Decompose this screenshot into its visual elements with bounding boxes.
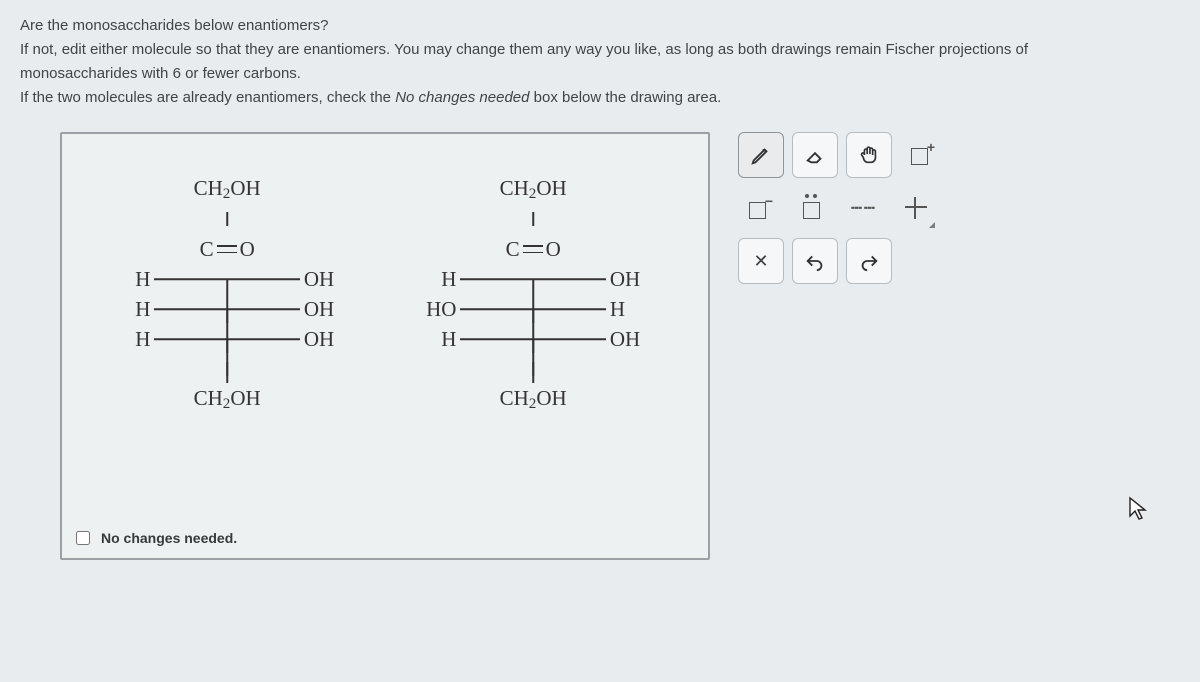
bond-tool[interactable]: ┄┄ <box>842 186 886 230</box>
mol-left-s3-r: OH <box>300 327 362 352</box>
eraser-tool[interactable] <box>792 132 838 178</box>
mol-right-s3-l: H <box>408 327 460 352</box>
redo-tool[interactable] <box>846 238 892 284</box>
toolbox: + − <box>738 132 944 284</box>
question-line-3: If the two molecules are already enantio… <box>20 86 1180 110</box>
hand-tool[interactable] <box>846 132 892 178</box>
undo-tool[interactable] <box>792 238 838 284</box>
question-line-3a: If the two molecules are already enantio… <box>20 89 395 106</box>
mol-right-s2-r: H <box>606 297 668 322</box>
redo-icon <box>858 250 880 272</box>
lone-pair-icon <box>801 197 823 219</box>
mol-right-top: CH2OH <box>460 176 605 203</box>
mol-left-s3-l: H <box>102 327 154 352</box>
mol-right-s1-l: H <box>408 267 460 292</box>
question-line-1: Are the monosaccharides below enantiomer… <box>20 14 1180 38</box>
mouse-cursor-icon <box>1128 496 1150 522</box>
mol-left-s2-l: H <box>102 297 154 322</box>
mol-right-s1-r: OH <box>606 267 668 292</box>
x-icon: ✕ <box>753 251 768 272</box>
negative-charge-tool[interactable]: − <box>738 186 782 230</box>
problem-area: CH2OH CO HOH HOH HOH CH2OH CH2OH CO HOH … <box>20 132 1180 560</box>
mol-left-bottom: CH2OH <box>154 386 299 413</box>
molecule-right[interactable]: CH2OH CO HOH HOH HOH CH2OH <box>408 174 668 414</box>
mol-left-s2-r: OH <box>300 297 362 322</box>
stereo-icon <box>905 197 927 219</box>
mol-right-bottom: CH2OH <box>460 386 605 413</box>
molecules-container: CH2OH CO HOH HOH HOH CH2OH CH2OH CO HOH … <box>102 174 668 414</box>
drawing-canvas[interactable]: CH2OH CO HOH HOH HOH CH2OH CH2OH CO HOH … <box>60 132 710 560</box>
eraser-icon <box>804 144 826 166</box>
mol-right-c-double-o: CO <box>506 237 561 262</box>
delete-tool[interactable]: ✕ <box>738 238 784 284</box>
mol-left-top: CH2OH <box>154 176 299 203</box>
no-changes-needed-option[interactable]: No changes needed. <box>72 528 237 548</box>
pencil-icon <box>750 144 772 166</box>
mol-left-s1-l: H <box>102 267 154 292</box>
pencil-tool[interactable] <box>738 132 784 178</box>
mol-right-s2-l: HO <box>408 297 460 322</box>
question-line-2a: If not, edit either molecule so that the… <box>20 38 1180 62</box>
question-line-2b: monosaccharides with 6 or fewer carbons. <box>20 62 1180 86</box>
dropdown-corner-icon <box>929 222 935 228</box>
undo-icon <box>804 250 826 272</box>
question-line-3-ital: No changes needed <box>395 89 529 106</box>
bond-icon: ┄┄ <box>851 199 877 217</box>
mol-left-s1-r: OH <box>300 267 362 292</box>
neg-charge-icon: − <box>749 197 771 219</box>
mol-left-c-double-o: CO <box>200 237 255 262</box>
lone-pair-tool[interactable] <box>790 186 834 230</box>
mol-right-s3-r: OH <box>606 327 668 352</box>
new-molecule-icon: + <box>911 143 933 165</box>
no-changes-checkbox[interactable] <box>76 531 90 545</box>
question-line-3b: box below the drawing area. <box>529 89 721 106</box>
stereo-tool[interactable] <box>894 186 938 230</box>
new-molecule-tool[interactable]: + <box>900 132 944 176</box>
molecule-left[interactable]: CH2OH CO H OH H OH H OH CH2OH <box>102 174 362 414</box>
no-changes-label: No changes needed. <box>101 530 237 546</box>
hand-icon <box>858 144 880 166</box>
